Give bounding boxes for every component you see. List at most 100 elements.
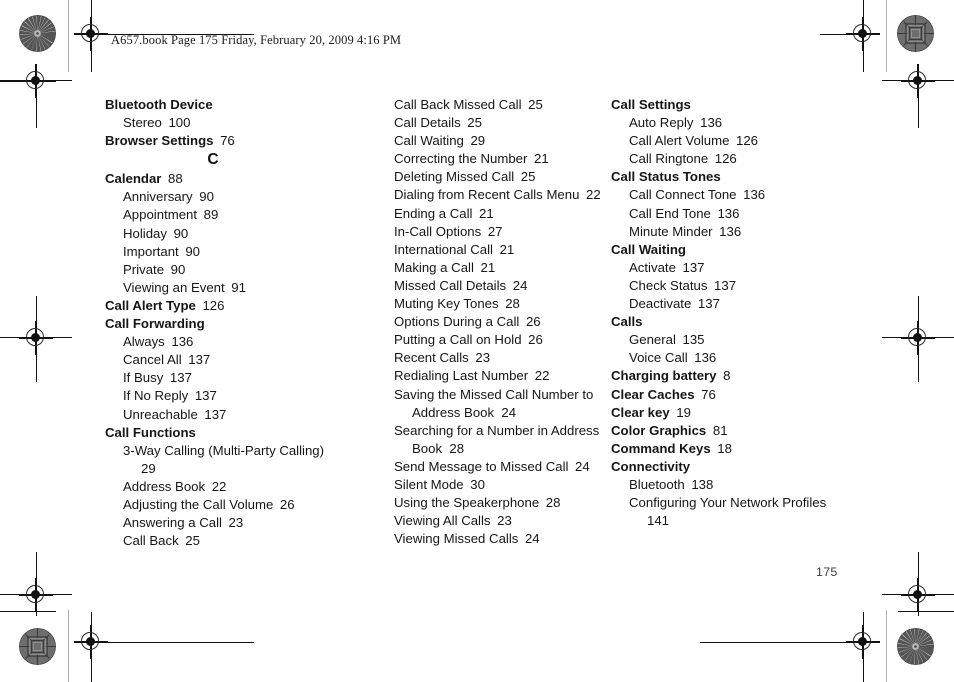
index-entry-label: If Busy: [123, 370, 164, 386]
index-entry-label: Viewing Missed Calls: [394, 531, 519, 547]
index-entry-page-number: 21: [472, 205, 494, 221]
index-entry-page-number: 136: [687, 350, 717, 366]
index-entry-label: Answering a Call: [123, 515, 222, 531]
index-entry-label: Putting a Call on Hold: [394, 332, 522, 348]
index-entry-label: Important: [123, 243, 179, 259]
index-entry-continuation: 29: [141, 460, 156, 476]
index-entry-sub: Cancel All 137: [123, 351, 355, 369]
index-entry-main: Bluetooth Device: [105, 96, 355, 114]
index-entry-label: Call End Tone: [629, 205, 711, 221]
index-entry-page-number: 23: [221, 515, 244, 531]
index-entry-label: Bluetooth Device: [105, 97, 213, 112]
index-entry-page-number: 21: [473, 259, 496, 275]
index-entry-sub: Always 136: [123, 333, 355, 351]
index-entry-page-number: 24: [518, 531, 540, 547]
index-entry-label: Call Waiting: [394, 133, 464, 149]
index-entry-main: Calls: [611, 313, 846, 331]
index-entry-page-number: 76: [213, 133, 235, 149]
index-entry-main: Call Settings: [611, 96, 846, 114]
index-section-letter: C: [207, 151, 219, 169]
index-entry-sub: Viewing Missed Calls 24: [394, 530, 601, 548]
index-entry-sub: Ending a Call 21: [394, 205, 601, 223]
index-entry-label: Address Book: [123, 478, 206, 494]
index-entry-label: Anniversary: [123, 189, 193, 205]
index-entry-main: Call Functions: [105, 424, 355, 442]
index-entry-sub: Address Book 22: [123, 478, 355, 496]
index-entry-page-number: 136: [710, 205, 740, 221]
index-entry-page-number: 137: [675, 259, 705, 275]
index-entry-label: Options During a Call: [394, 314, 520, 330]
index-entry-page-number: 136: [164, 334, 194, 350]
index-entry-label: Always: [123, 334, 165, 350]
index-entry-page-number: 25: [178, 533, 200, 549]
index-entry-sub: Answering a Call 23: [123, 514, 355, 532]
index-entry-sub: If No Reply 137: [123, 387, 355, 405]
index-entry-label: Auto Reply: [629, 115, 694, 131]
index-entry-page-number: 29: [463, 133, 486, 149]
index-entry-sub: Redialing Last Number 22: [394, 367, 601, 385]
index-column-1: Bluetooth Device Stereo 100 Browser Settin…: [105, 96, 355, 550]
index-entry-main: Clear Caches 76: [611, 386, 846, 404]
index-entry-page-number: 76: [694, 386, 716, 402]
index-entry-sub: Configuring Your Network Profiles 141: [629, 494, 846, 530]
index-entry-page-number: 137: [188, 388, 217, 404]
index-entry-label: Appointment: [123, 207, 198, 223]
index-entry-main: Connectivity: [611, 458, 846, 476]
index-entry-sub: Deactivate 137: [629, 295, 846, 313]
index-entry-sub: Check Status 137: [629, 277, 846, 295]
index-entry-label: Viewing All Calls: [394, 513, 491, 529]
index-entry-page-number: 19: [669, 404, 691, 420]
index-entry-sub: Appointment 89: [123, 206, 355, 224]
index-entry-label: Viewing an Event: [123, 279, 225, 295]
index-entry-label: If No Reply: [123, 388, 189, 404]
index-entry-label: Deactivate: [629, 296, 692, 312]
index-entry-page-number: 24: [568, 458, 590, 474]
index-entry-label: Call Alert Type: [105, 297, 196, 313]
index-entry-sub: Call Connect Tone 136: [629, 186, 846, 204]
index-entry-main: Command Keys 18: [611, 440, 846, 458]
index-entry-sub: Viewing an Event 91: [123, 279, 355, 297]
index-entry-page-number: 26: [521, 332, 543, 348]
index-entry-label: Call Back: [123, 533, 179, 549]
index-entry-sub: Silent Mode 30: [394, 476, 601, 494]
index-entry-sub: Call Alert Volume 126: [629, 132, 846, 150]
index-entry-page-number: 25: [460, 115, 482, 131]
index-entry-main: Call Forwarding: [105, 315, 355, 333]
index-entry-page-number: 137: [197, 406, 227, 422]
index-entry-sub: Holiday 90: [123, 225, 355, 243]
index-entry-page-number: 88: [161, 171, 183, 187]
index-entry-label: Call Details: [394, 115, 461, 131]
index-entry-label: 3-Way Calling (Multi-Party Calling): [123, 442, 325, 458]
index-entry-sub: Making a Call 21: [394, 259, 601, 277]
index-entry-page-number: 136: [712, 223, 742, 239]
index-entry-label: Call Waiting: [611, 241, 686, 257]
index-entry-page-number: 22: [579, 187, 601, 203]
index-entry-label: Configuring Your Network Profiles: [629, 495, 827, 511]
index-entry-page-number: 25: [521, 97, 543, 112]
index-entry-label: International Call: [394, 241, 493, 257]
index-entry-label: Check Status: [629, 277, 708, 293]
index-entry-label: Call Connect Tone: [629, 187, 737, 203]
index-entry-label: Call Settings: [611, 97, 691, 112]
index-entry-sub: Recent Calls 23: [394, 349, 601, 367]
index-entry-label: Private: [123, 261, 165, 277]
printed-index-page: A657.book Page 175 Friday, February 20, …: [0, 0, 954, 682]
index-entry-label: Voice Call: [629, 350, 688, 366]
index-entry-label: Muting Key Tones: [394, 296, 499, 312]
index-entry-sub: Call Waiting 29: [394, 132, 601, 150]
index-entry-sub: Auto Reply 136: [629, 114, 846, 132]
index-entry-label: Dialing from Recent Calls Menu: [394, 187, 580, 203]
index-entry-sub: 3-Way Calling (Multi-Party Calling) 29: [123, 442, 355, 478]
index-entry-label: Minute Minder: [629, 223, 713, 239]
index-entry-label: Call Ringtone: [629, 151, 709, 167]
index-entry-page-number: 27: [481, 223, 503, 239]
index-entry-page-number: 24: [506, 277, 528, 293]
index-entry-sub: Call Ringtone 126: [629, 150, 846, 168]
index-entry-label: Connectivity: [611, 458, 691, 474]
index-entry-label: Unreachable: [123, 406, 198, 422]
index-entry-sub: Send Message to Missed Call 24: [394, 458, 601, 476]
index-entry-label: Cancel All: [123, 352, 182, 368]
index-entry-label: Charging battery: [611, 368, 717, 384]
index-entry-sub: Important 90: [123, 243, 355, 261]
index-entry-page-number: 138: [684, 476, 714, 492]
